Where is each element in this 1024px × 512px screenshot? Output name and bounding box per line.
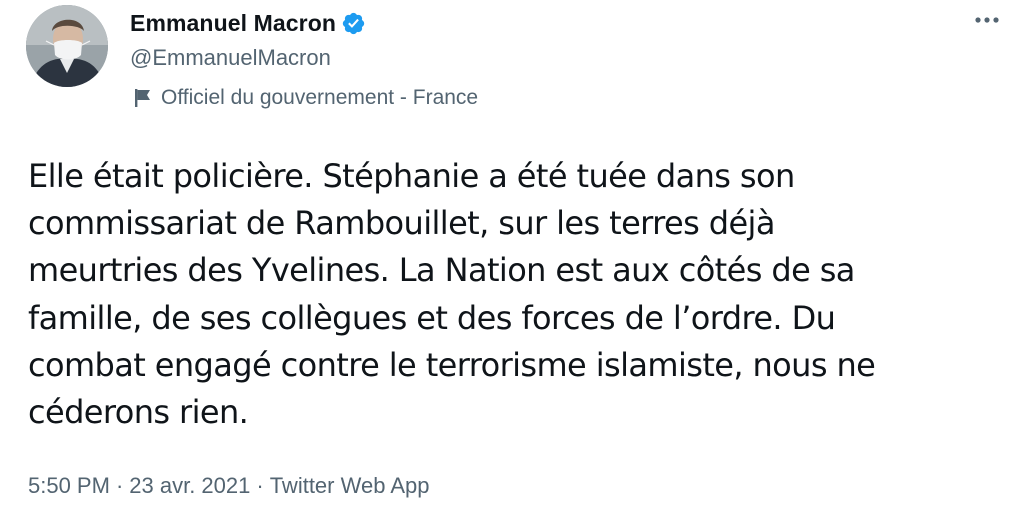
- author-name-row[interactable]: Emmanuel Macron: [130, 8, 366, 38]
- tweet-time[interactable]: 5:50 PM: [28, 473, 110, 499]
- more-horizontal-icon: [975, 17, 999, 23]
- tweet-date[interactable]: 23 avr. 2021: [129, 473, 250, 499]
- tweet-card: Emmanuel Macron @EmmanuelMacron Officiel…: [0, 0, 1024, 512]
- government-label-text: Officiel du gouvernement - France: [161, 86, 479, 109]
- avatar-photo: [26, 5, 108, 87]
- tweet-text-line: famille, de ses collègues et des forces …: [28, 298, 836, 337]
- tweet-meta: 5:50 PM · 23 avr. 2021 · Twitter Web App: [28, 473, 429, 499]
- government-label: Officiel du gouvernement - France: [133, 86, 478, 110]
- tweet-text-line: Elle était policière. Stéphanie a été tu…: [28, 157, 795, 195]
- display-name[interactable]: Emmanuel Macron: [130, 10, 336, 37]
- more-options-button[interactable]: [972, 10, 1002, 30]
- author-handle[interactable]: @EmmanuelMacron: [130, 45, 331, 71]
- meta-separator: ·: [115, 473, 124, 498]
- tweet-text-line: combat engagé contre le terrorisme islam…: [28, 345, 876, 384]
- meta-separator: ·: [256, 473, 264, 498]
- tweet-source[interactable]: Twitter Web App: [270, 473, 430, 499]
- tweet-text-line: commissariat de Rambouillet, sur les ter…: [28, 204, 775, 243]
- tweet-text: Elle était policière. Stéphanie a été tu…: [28, 153, 998, 436]
- verified-badge-icon: [341, 11, 366, 36]
- flag-icon: [133, 87, 153, 109]
- tweet-text-line: meurtries des Yvelines. La Nation est au…: [28, 251, 855, 290]
- tweet-text-line: céderons rien.: [28, 393, 249, 432]
- avatar[interactable]: [26, 5, 108, 87]
